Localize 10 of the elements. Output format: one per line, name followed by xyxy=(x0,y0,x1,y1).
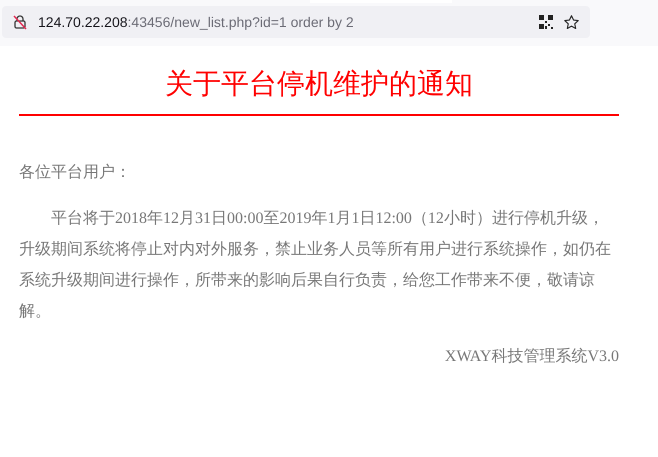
insecure-lock-icon xyxy=(12,14,28,30)
notice-body: 平台将于2018年12月31日00:00至2019年1月1日12:00（12小时）进行停机升级，升级期间系统将停止对内对外服务，禁止业务人员等所有用户进行系统操作，如仍在系统升级期间进行操作，所带来的影响后果自行负责，给您工作带来不便，敬请谅解。 xyxy=(19,208,612,322)
star-icon[interactable] xyxy=(563,14,580,30)
greeting: 各位平台用户： xyxy=(19,162,132,183)
url-host: 124.70.22.208 xyxy=(38,14,128,30)
qr-code-icon[interactable] xyxy=(539,15,553,29)
notice-title: 关于平台停机维护的通知 xyxy=(165,68,473,102)
signature: XWAY科技管理系统V3.0 xyxy=(444,346,619,367)
address-bar[interactable]: 124.70.22.208:43456/new_list.php?id=1 order by 2 xyxy=(2,6,590,38)
url-path: :43456/new_list.php?id=1 order by 2 xyxy=(128,14,354,30)
